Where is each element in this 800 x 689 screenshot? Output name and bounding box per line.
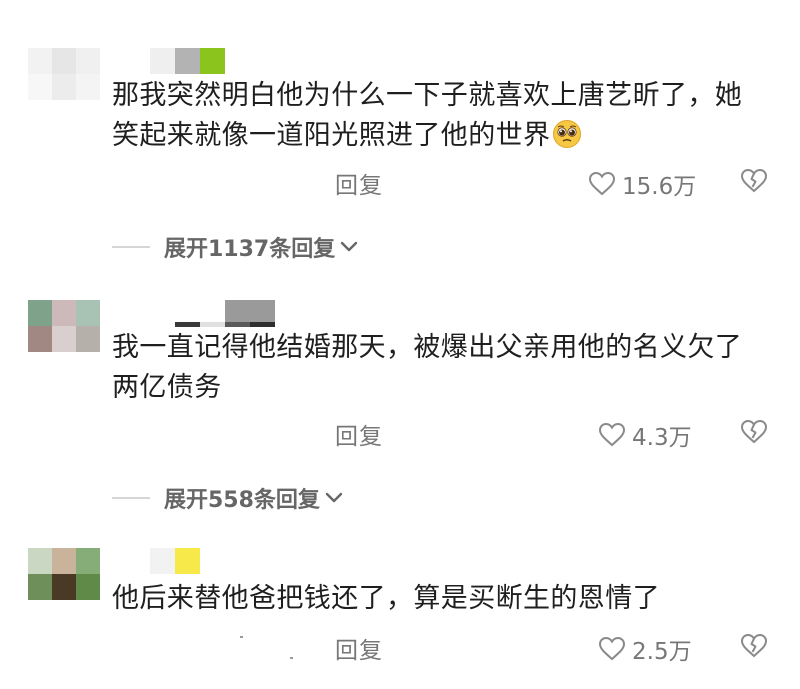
- broken-heart-outline-icon[interactable]: [740, 633, 768, 659]
- comment-text-line: 他后来替他爸把钱还了，算是买断生的恩情了: [112, 583, 660, 614]
- expand-replies-label: 展开1137条回复: [164, 237, 336, 262]
- chevron-down-icon: [325, 492, 343, 503]
- reply-button[interactable]: 回复: [335, 166, 383, 200]
- username-mosaic[interactable]: [150, 48, 225, 74]
- reply-button[interactable]: 回复: [335, 631, 383, 665]
- scan-speck: [290, 657, 293, 659]
- comment-text-line: 两亿债务: [112, 372, 222, 403]
- expand-divider: [112, 497, 150, 499]
- avatar[interactable]: [28, 48, 100, 100]
- like-button[interactable]: 2.5万: [598, 632, 692, 666]
- username-mosaic-lower: [175, 322, 275, 327]
- like-count: 4.3万: [632, 425, 692, 451]
- expand-replies-button[interactable]: 展开1137条回复: [112, 231, 359, 263]
- pleading-face-emoji: [553, 120, 582, 148]
- expand-divider: [112, 246, 150, 248]
- comment-text: 他后来替他爸把钱还了，算是买断生的恩情了: [112, 579, 777, 619]
- username-mosaic[interactable]: [150, 548, 200, 574]
- expand-replies-button[interactable]: 展开558条回复: [112, 482, 344, 514]
- broken-heart-outline-icon[interactable]: [740, 168, 768, 194]
- like-button[interactable]: 4.3万: [598, 418, 692, 452]
- avatar[interactable]: [28, 548, 100, 600]
- heart-outline-icon: [588, 171, 616, 196]
- like-count: 2.5万: [632, 639, 692, 665]
- reply-button[interactable]: 回复: [335, 417, 383, 451]
- expand-replies-label: 展开558条回复: [164, 488, 320, 513]
- heart-outline-icon: [598, 636, 626, 661]
- comment-text-line: 那我突然明白他为什么一下子就喜欢上唐艺昕了，她: [112, 80, 743, 111]
- scan-speck: [240, 636, 243, 638]
- comment-text-line: 笑起来就像一道阳光照进了他的世界: [112, 120, 551, 151]
- comment-text-line: 我一直记得他结婚那天，被爆出父亲用他的名义欠了: [112, 332, 743, 363]
- comment-text: 我一直记得他结婚那天，被爆出父亲用他的名义欠了 两亿债务: [112, 328, 777, 408]
- comment-text: 那我突然明白他为什么一下子就喜欢上唐艺昕了，她 笑起来就像一道阳光照进了他的世界: [112, 76, 777, 156]
- heart-outline-icon: [598, 422, 626, 447]
- like-button[interactable]: 15.6万: [588, 167, 696, 201]
- broken-heart-outline-icon[interactable]: [740, 419, 768, 445]
- avatar[interactable]: [28, 300, 100, 352]
- like-count: 15.6万: [622, 174, 697, 200]
- chevron-down-icon: [341, 241, 358, 252]
